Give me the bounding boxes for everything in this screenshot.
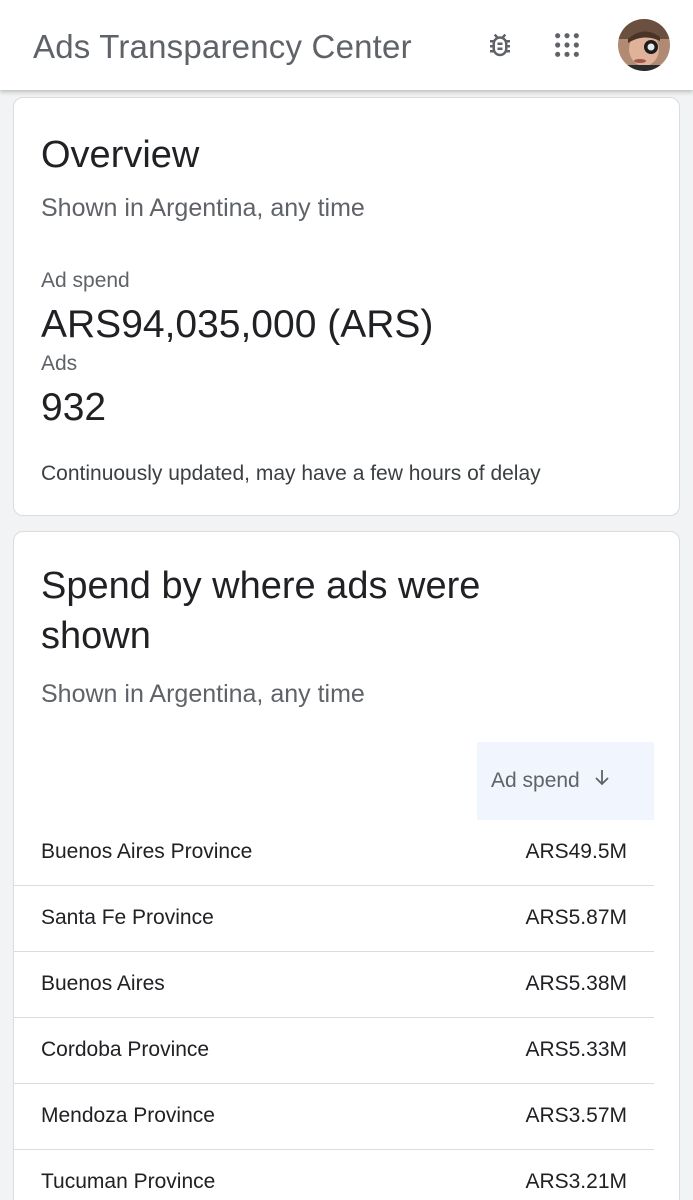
- table-row[interactable]: Mendoza Province ARS3.57M: [14, 1084, 654, 1150]
- table-row[interactable]: Buenos Aires ARS5.38M: [14, 952, 654, 1018]
- ad-spend-sort-header[interactable]: Ad spend: [477, 742, 654, 820]
- spend-by-location-card: Spend by where ads were shown Shown in A…: [13, 531, 680, 1200]
- table-row[interactable]: Santa Fe Province ARS5.87M: [14, 886, 654, 952]
- location-amount: ARS5.33M: [525, 1038, 627, 1061]
- content-area: Overview Shown in Argentina, any time Ad…: [0, 90, 693, 1200]
- arrow-down-icon: [594, 769, 610, 793]
- app-bar: Ads Transparency Center: [0, 0, 693, 90]
- location-name: Santa Fe Province: [41, 906, 214, 929]
- location-amount: ARS3.21M: [525, 1170, 627, 1193]
- location-name: Cordoba Province: [41, 1038, 210, 1061]
- apps-grid-icon[interactable]: [551, 29, 583, 61]
- location-amount: ARS5.38M: [525, 972, 627, 995]
- location-name: Buenos Aires: [41, 972, 165, 995]
- table-row[interactable]: Cordoba Province ARS5.33M: [14, 1018, 654, 1084]
- location-table: Buenos Aires Province ARS49.5M Santa Fe …: [14, 820, 654, 1200]
- location-amount: ARS3.57M: [525, 1104, 627, 1127]
- user-avatar[interactable]: [618, 19, 670, 71]
- location-amount: ARS5.87M: [525, 906, 627, 929]
- bug-report-icon[interactable]: [484, 29, 516, 61]
- table-row[interactable]: Buenos Aires Province ARS49.5M: [14, 820, 654, 886]
- update-note: Continuously updated, may have a few hou…: [41, 462, 541, 485]
- table-row[interactable]: Tucuman Province ARS3.21M: [14, 1150, 654, 1200]
- spend-title-line1: Spend by where ads were: [41, 565, 481, 607]
- overview-card: Overview Shown in Argentina, any time Ad…: [13, 97, 680, 516]
- location-name: Tucuman Province: [41, 1170, 216, 1193]
- spend-title-line2: shown: [41, 615, 151, 657]
- ad-spend-label: Ad spend: [41, 269, 130, 292]
- overview-title: Overview: [41, 134, 200, 176]
- overview-subtitle: Shown in Argentina, any time: [41, 194, 365, 222]
- spend-subtitle: Shown in Argentina, any time: [41, 680, 365, 708]
- ads-value: 932: [41, 386, 107, 429]
- ad-spend-value: ARS94,035,000 (ARS): [41, 303, 434, 346]
- ad-spend-column-label: Ad spend: [491, 769, 580, 792]
- location-amount: ARS49.5M: [525, 840, 627, 863]
- app-title[interactable]: Ads Transparency Center: [33, 28, 412, 66]
- location-name: Mendoza Province: [41, 1104, 215, 1127]
- ads-label: Ads: [41, 352, 78, 375]
- location-name: Buenos Aires Province: [41, 840, 253, 863]
